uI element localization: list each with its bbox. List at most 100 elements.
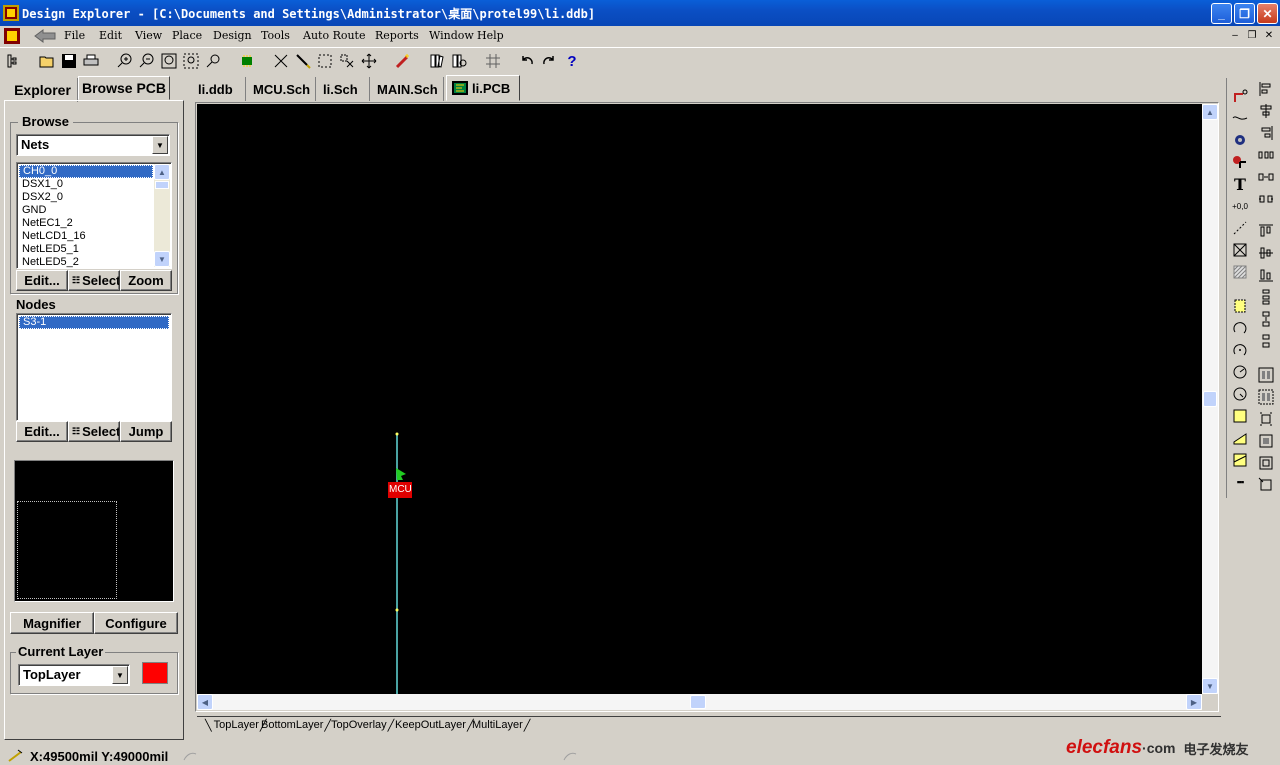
chevron-down-icon[interactable]: ▼: [152, 136, 168, 154]
configure-button[interactable]: Configure: [94, 612, 178, 634]
layer-tab-multilayer[interactable]: MultiLayer ╱: [472, 717, 530, 733]
help-icon[interactable]: ?: [563, 52, 581, 70]
place-line-icon[interactable]: [1231, 109, 1249, 127]
list-item[interactable]: CH0_0: [19, 165, 153, 178]
align-left-icon[interactable]: [1257, 80, 1275, 98]
ungroup-icon[interactable]: [1257, 454, 1275, 472]
zoom-fit-icon[interactable]: [160, 52, 178, 70]
board-overview[interactable]: [14, 460, 174, 602]
place-room-icon[interactable]: [1231, 297, 1249, 315]
trace-endpoint[interactable]: [395, 432, 399, 436]
menu-design[interactable]: Design: [213, 29, 252, 42]
layer-tab-bottomlayer[interactable]: BottomLayer ╱: [261, 717, 331, 733]
menu-help[interactable]: Help: [477, 29, 504, 42]
array-paste-icon[interactable]: ▪▪▪: [1231, 473, 1249, 491]
list-item[interactable]: DSX2_0: [19, 191, 153, 204]
scroll-left-icon[interactable]: ◀: [197, 694, 213, 710]
increase-vertical-spacing-icon[interactable]: [1257, 310, 1275, 328]
place-dimension-icon[interactable]: [1231, 219, 1249, 237]
scroll-thumb[interactable]: [1203, 391, 1217, 407]
tab-mcu-sch[interactable]: MCU.Sch: [248, 77, 316, 101]
decrease-horizontal-spacing-icon[interactable]: [1257, 190, 1275, 208]
menu-tools[interactable]: Tools: [261, 29, 290, 42]
nets-select-button[interactable]: ☷ Select: [68, 270, 120, 291]
tab-li-pcb[interactable]: li.PCB: [446, 75, 520, 101]
menu-edit[interactable]: Edit: [99, 29, 122, 42]
decrease-vertical-spacing-icon[interactable]: [1257, 332, 1275, 350]
arc-any-icon[interactable]: [1231, 363, 1249, 381]
split-plane-icon[interactable]: [1231, 451, 1249, 469]
layer-tab-topoverlay[interactable]: TopOverlay ╱: [331, 717, 394, 733]
arrange-within-room-icon[interactable]: [1257, 366, 1275, 384]
place-polygon-icon[interactable]: [1231, 263, 1249, 281]
restore-button[interactable]: ❐: [1234, 3, 1255, 24]
tab-main-sch[interactable]: MAIN.Sch: [372, 77, 444, 101]
scroll-thumb[interactable]: [155, 181, 169, 189]
component-icon[interactable]: [238, 52, 256, 70]
group-icon[interactable]: [1257, 432, 1275, 450]
browse-library-icon[interactable]: [450, 52, 468, 70]
place-track-icon[interactable]: [1231, 87, 1249, 105]
pcb-canvas[interactable]: MCU: [197, 104, 1202, 694]
scroll-down-icon[interactable]: ▼: [154, 251, 170, 267]
open-folder-icon[interactable]: [38, 52, 56, 70]
place-fill-icon[interactable]: [1231, 241, 1249, 259]
place-pad-icon[interactable]: [1231, 153, 1249, 171]
align-center-icon[interactable]: [1257, 102, 1275, 120]
circle-icon[interactable]: [1231, 385, 1249, 403]
deselect-icon[interactable]: [338, 52, 356, 70]
increase-horizontal-spacing-icon[interactable]: [1257, 168, 1275, 186]
list-item[interactable]: S3-1: [19, 316, 169, 329]
component-label[interactable]: MCU: [389, 484, 412, 495]
nodes-jump-button[interactable]: Jump: [120, 421, 172, 442]
menu-file[interactable]: File: [64, 29, 85, 42]
align-bottom-icon[interactable]: [1257, 266, 1275, 284]
zoom-out-icon[interactable]: [138, 52, 156, 70]
scroll-up-icon[interactable]: ▲: [1202, 104, 1218, 120]
list-item[interactable]: NetLED5_1: [19, 243, 153, 256]
list-item[interactable]: GND: [19, 204, 153, 217]
browse-type-select[interactable]: Nets ▼: [16, 134, 170, 156]
menu-place[interactable]: Place: [172, 29, 202, 42]
view-rectangle[interactable]: [17, 501, 117, 599]
cut-icon[interactable]: [272, 52, 290, 70]
layer-color-swatch[interactable]: [142, 662, 168, 684]
tab-li-sch[interactable]: li.Sch: [318, 77, 370, 101]
tab-li-ddb[interactable]: li.ddb: [193, 77, 246, 101]
arc-edge-icon[interactable]: [1231, 319, 1249, 337]
arrange-within-rectangle-icon[interactable]: [1257, 388, 1275, 406]
canvas-vertical-scrollbar[interactable]: ▲ ▼: [1202, 104, 1218, 694]
flag-marker-icon[interactable]: [396, 468, 406, 480]
current-layer-select[interactable]: TopLayer ▼: [18, 664, 130, 686]
layer-tab-keepoutlayer[interactable]: KeepOutLayer ╱: [395, 717, 474, 733]
move-to-grid-icon[interactable]: [1257, 410, 1275, 428]
move-icon[interactable]: [360, 52, 378, 70]
place-component-icon[interactable]: [1257, 476, 1275, 494]
distribute-horizontal-icon[interactable]: [1257, 146, 1275, 164]
document-icon[interactable]: [4, 28, 20, 44]
list-item[interactable]: NetLED5_2: [19, 256, 153, 268]
slice-icon[interactable]: [1231, 429, 1249, 447]
place-coordinate-icon[interactable]: +0,0: [1231, 197, 1249, 215]
align-top-icon[interactable]: [1257, 222, 1275, 240]
tab-explorer[interactable]: Explorer: [8, 78, 78, 102]
menu-window[interactable]: Window: [429, 29, 474, 42]
nets-scrollbar[interactable]: ▲ ▼: [154, 164, 170, 267]
menu-view[interactable]: View: [135, 29, 162, 42]
grid-icon[interactable]: [484, 52, 502, 70]
nets-edit-button[interactable]: Edit...: [16, 270, 68, 291]
zoom-last-icon[interactable]: [204, 52, 222, 70]
tab-browse-pcb[interactable]: Browse PCB: [78, 76, 170, 100]
nodes-edit-button[interactable]: Edit...: [16, 421, 68, 442]
menu-reports[interactable]: Reports: [375, 29, 419, 42]
place-via-icon[interactable]: [1231, 131, 1249, 149]
align-right-icon[interactable]: [1257, 124, 1275, 142]
menu-auto-route[interactable]: Auto Route: [303, 29, 366, 42]
place-string-icon[interactable]: T: [1231, 175, 1249, 194]
list-item[interactable]: NetEC1_2: [19, 217, 153, 230]
scroll-right-icon[interactable]: ▶: [1186, 694, 1202, 710]
chevron-down-icon[interactable]: ▼: [112, 666, 128, 684]
canvas-horizontal-scrollbar[interactable]: ◀ ▶: [197, 694, 1202, 710]
print-icon[interactable]: [82, 52, 100, 70]
trace-vertex[interactable]: [395, 608, 399, 612]
